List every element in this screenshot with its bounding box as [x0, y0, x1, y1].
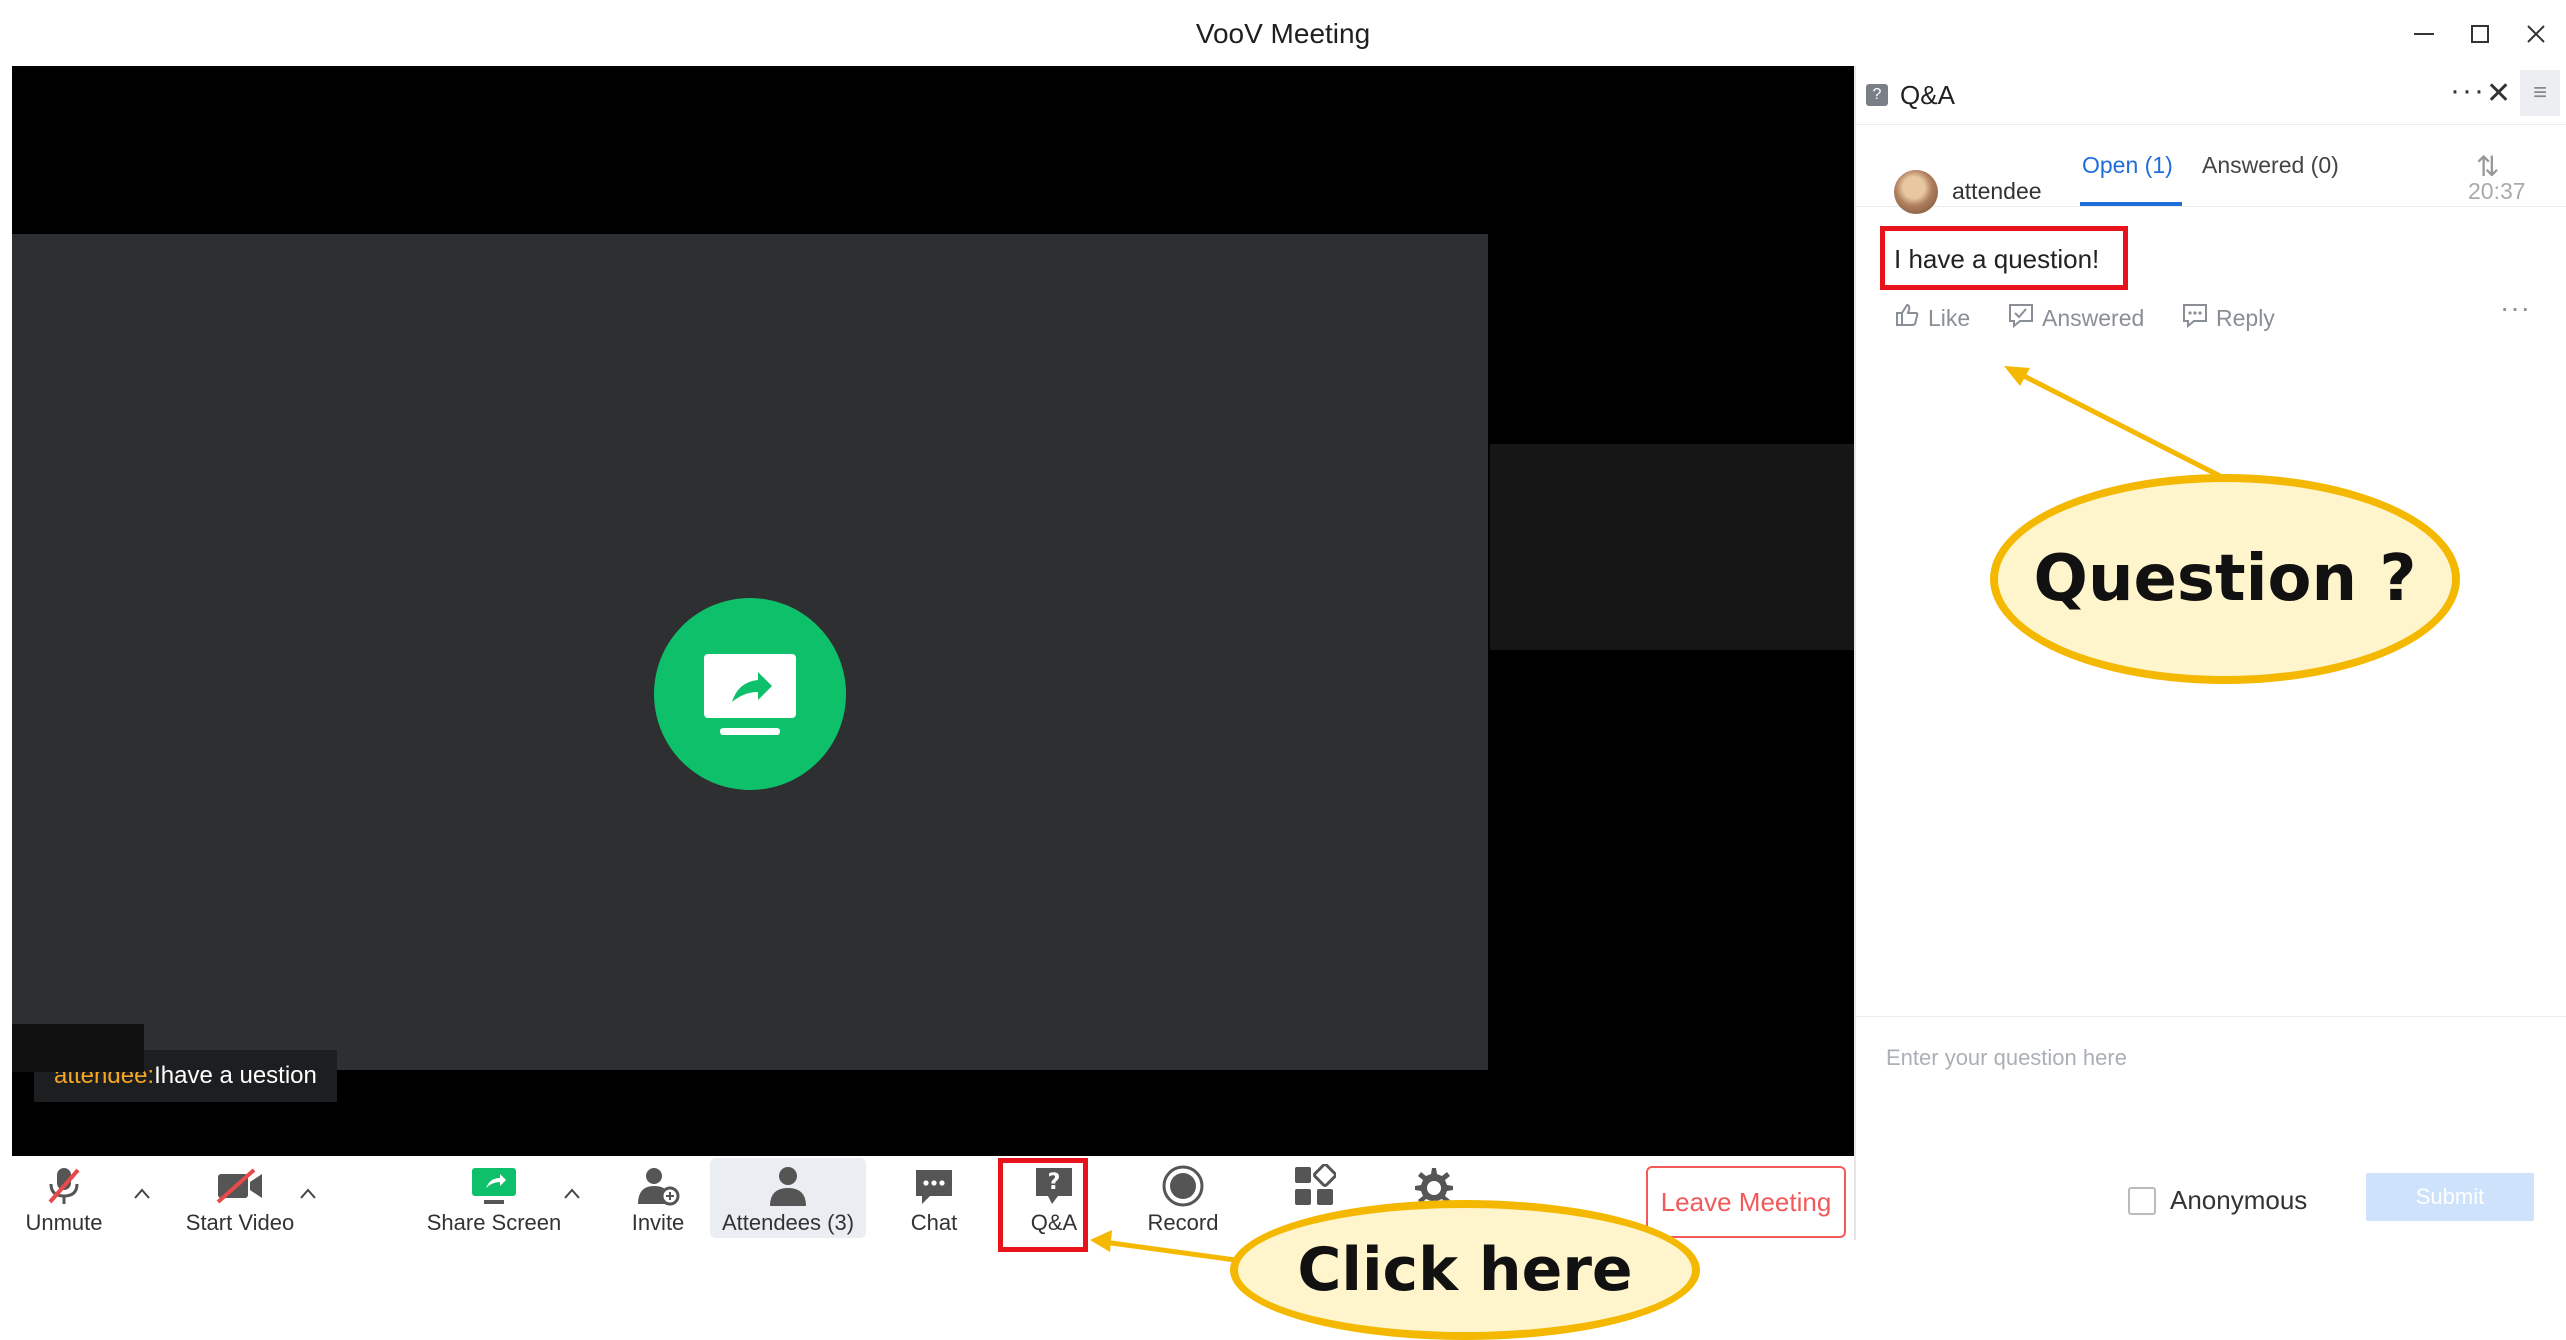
- tab-open[interactable]: Open (1): [2082, 152, 2173, 179]
- chevron-up-icon[interactable]: [132, 1184, 152, 1204]
- question-more-icon[interactable]: ···: [2500, 292, 2531, 324]
- answered-label: Answered: [2042, 304, 2145, 331]
- side-menu-icon[interactable]: ≡: [2520, 70, 2560, 116]
- invite-button[interactable]: Invite: [612, 1156, 704, 1240]
- screen-share-icon: [654, 598, 846, 790]
- attendees-label: Attendees (3): [721, 1210, 855, 1235]
- qa-panel-header: ? Q&A ··· ✕ ≡: [1856, 66, 2566, 125]
- title-bar: VooV Meeting: [0, 0, 2566, 66]
- maximize-icon[interactable]: [2458, 14, 2502, 54]
- like-button[interactable]: Like: [1894, 302, 1970, 334]
- share-screen-button[interactable]: Share Screen: [414, 1156, 574, 1240]
- question-time: 20:37: [2468, 178, 2526, 204]
- unmute-button[interactable]: Unmute: [22, 1156, 106, 1240]
- question-highlight: [1880, 226, 2128, 290]
- window-title: VooV Meeting: [1195, 18, 1371, 49]
- minimize-icon[interactable]: [2402, 14, 2446, 54]
- record-icon: [1161, 1162, 1205, 1210]
- thumbs-up-icon: [1894, 302, 1920, 334]
- share-screen-icon: [470, 1162, 518, 1210]
- reply-label: Reply: [2216, 304, 2275, 331]
- close-icon[interactable]: [2514, 14, 2558, 54]
- screen-share-placeholder: attendee: Ihave a uestion: [12, 234, 1488, 1102]
- chevron-up-icon[interactable]: [562, 1184, 582, 1204]
- answered-check-icon: [2008, 302, 2034, 334]
- active-tab-indicator: [2080, 202, 2182, 206]
- start-video-button[interactable]: Start Video: [170, 1156, 310, 1240]
- mic-muted-icon: [44, 1162, 84, 1210]
- mark-answered-button[interactable]: Answered: [2008, 302, 2144, 334]
- tab-answered[interactable]: Answered (0): [2202, 152, 2339, 179]
- share-screen-label: Share Screen: [426, 1210, 562, 1235]
- like-label: Like: [1928, 304, 1971, 331]
- attendees-button[interactable]: Attendees (3): [710, 1156, 866, 1240]
- invite-icon: [636, 1162, 680, 1210]
- caption-message: Ihave a uestion: [154, 1062, 317, 1089]
- camera-off-icon: [214, 1162, 266, 1210]
- question-input-area[interactable]: Enter your question here Anonymous Submi…: [1856, 1016, 2566, 1241]
- record-label: Record: [1147, 1210, 1219, 1235]
- close-panel-icon[interactable]: ✕: [2486, 76, 2511, 111]
- invite-label: Invite: [631, 1210, 685, 1235]
- question-callout: Question ?: [1990, 474, 2460, 684]
- reply-icon: [2182, 302, 2208, 334]
- chat-icon: [912, 1162, 956, 1210]
- reply-button[interactable]: Reply: [2182, 302, 2275, 334]
- question-input-placeholder[interactable]: Enter your question here: [1886, 1045, 2127, 1071]
- qa-button-highlight: [998, 1158, 1088, 1252]
- chat-button[interactable]: Chat: [892, 1156, 976, 1240]
- record-button[interactable]: Record: [1128, 1156, 1238, 1240]
- qa-panel-icon: ?: [1866, 84, 1888, 106]
- self-view-thumbnail[interactable]: [12, 1024, 144, 1072]
- click-here-callout: Click here: [1230, 1200, 1700, 1340]
- anonymous-label: Anonymous: [2170, 1185, 2308, 1215]
- qa-panel-title: Q&A: [1900, 80, 1955, 110]
- start-video-label: Start Video: [185, 1210, 295, 1235]
- chat-label: Chat: [910, 1210, 958, 1235]
- anonymous-toggle[interactable]: Anonymous: [2128, 1185, 2307, 1216]
- question-author: attendee: [1952, 178, 2042, 204]
- participant-thumbnail[interactable]: [1490, 444, 1854, 650]
- leave-meeting-button[interactable]: Leave Meeting: [1646, 1166, 1846, 1238]
- avatar: [1894, 170, 1938, 214]
- chevron-up-icon[interactable]: [298, 1184, 318, 1204]
- video-area: attendee: Ihave a uestion: [12, 66, 1854, 1156]
- more-options-icon[interactable]: ···: [2450, 74, 2486, 108]
- unmute-label: Unmute: [25, 1210, 103, 1235]
- submit-button[interactable]: Submit: [2366, 1173, 2534, 1221]
- anonymous-checkbox[interactable]: [2128, 1186, 2156, 1215]
- apps-icon: [1292, 1162, 1336, 1210]
- attendees-icon: [766, 1162, 810, 1210]
